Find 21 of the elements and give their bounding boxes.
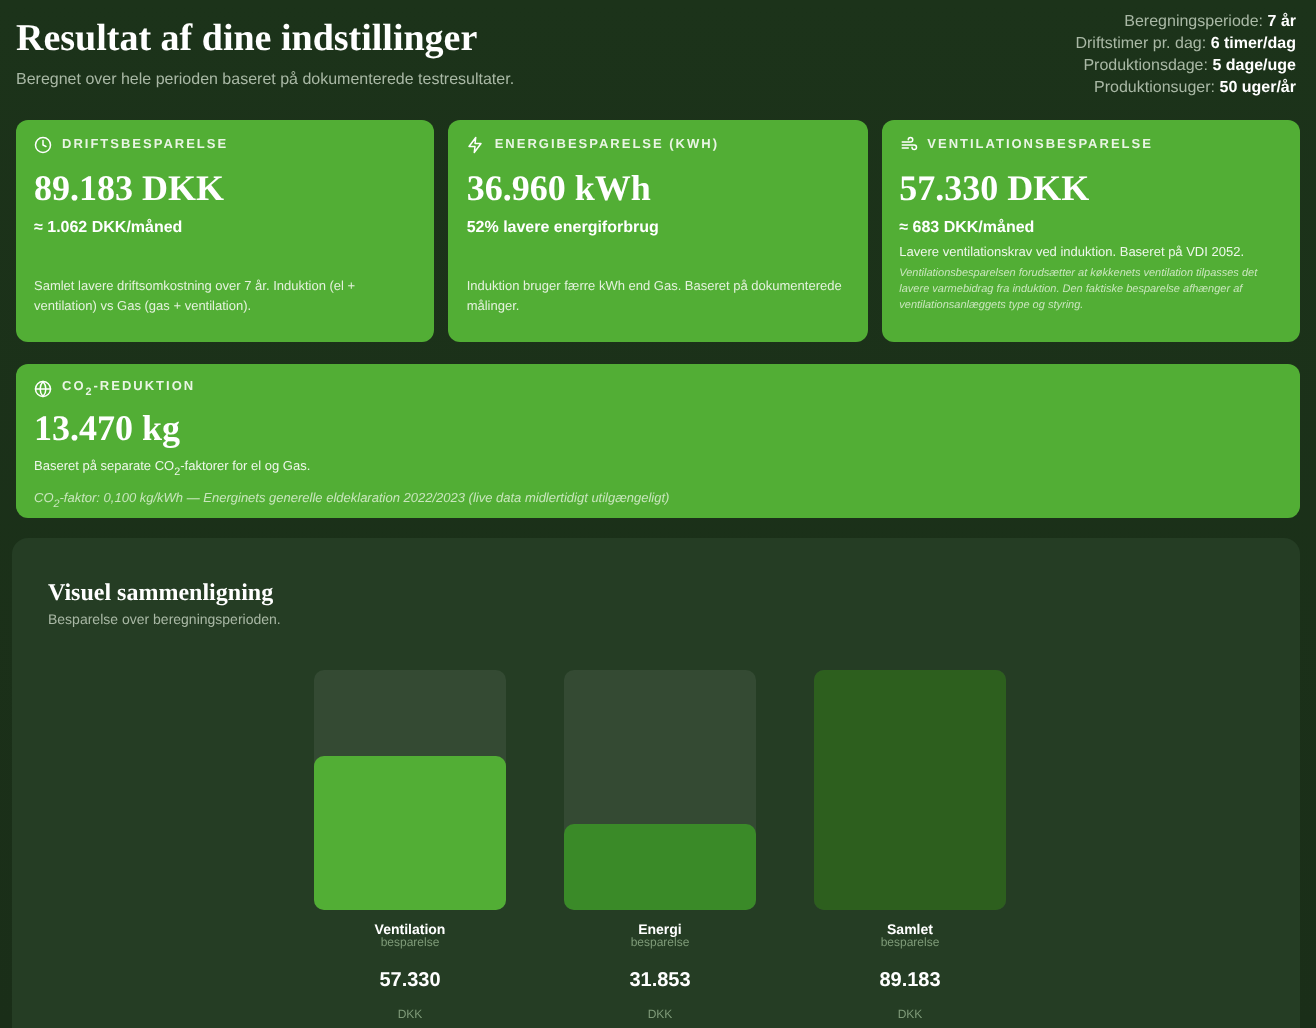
page-title: Resultat af dine indstillinger — [16, 18, 480, 62]
bar-amount: 57.330 — [379, 970, 441, 992]
lightning-icon — [466, 136, 485, 154]
card-subvalue: 52% lavere energiforbrug — [466, 218, 661, 236]
card-value: 13.470 kg — [34, 408, 183, 451]
card-value: 89.183 DKK — [34, 168, 227, 210]
clock-icon — [34, 136, 52, 154]
wind-icon — [899, 136, 918, 154]
setting-line: Produktionsdage: 5 dage/uge — [1083, 56, 1296, 76]
setting-line: Produktionsuger: 50 uger/år — [1094, 78, 1296, 98]
card-value: 57.330 DKK — [899, 168, 1092, 210]
setting-line: Driftstimer pr. dag: 6 timer/dag — [1075, 34, 1296, 54]
page-subtitle: Beregnet over hele perioden baseret på dokumenterede testresultater. — [16, 70, 515, 88]
card-subvalue: ≈ 1.062 DKK/måned — [34, 218, 185, 236]
globe-icon — [34, 380, 52, 399]
setting-line: Beregningsperiode: 7 år — [1124, 12, 1296, 32]
card-value: 36.960 kWh — [466, 168, 653, 210]
bar-amount: 89.183 — [879, 970, 941, 992]
bar-amount: 31.853 — [629, 970, 691, 992]
card-subvalue: ≈ 683 DKK/måned — [899, 218, 1037, 236]
panel-title: Visuel sammenligning — [48, 578, 276, 608]
